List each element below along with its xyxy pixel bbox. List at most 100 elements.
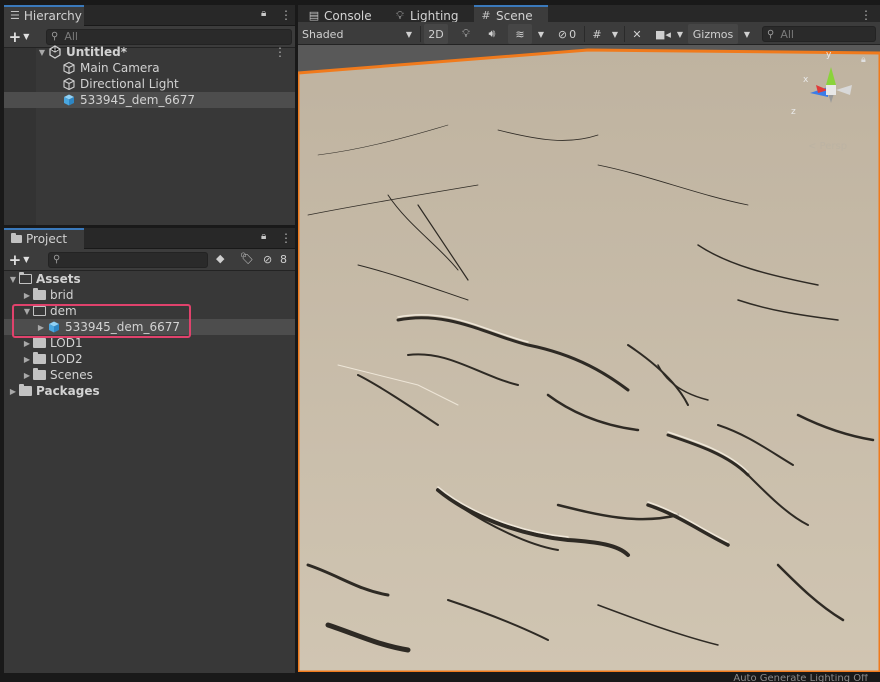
gizmo-y-label: y (826, 50, 832, 60)
folder-label: LOD1 (50, 336, 83, 350)
folder-icon (33, 336, 46, 348)
collapse-arrow-icon[interactable]: ▶ (21, 371, 33, 380)
dropdown-arrow-icon: ▼ (676, 29, 684, 39)
panel-menu-icon[interactable]: ⋮ (280, 8, 292, 22)
gizmos-dropdown[interactable]: ▼ (740, 24, 754, 44)
unity-scene-icon (49, 45, 61, 59)
effects-icon: ≋ (515, 27, 525, 41)
gizmos-toggle[interactable]: Gizmos (688, 24, 738, 44)
hierarchy-search-input[interactable]: ⚲ All (46, 28, 292, 45)
collapse-arrow-icon[interactable]: ▶ (21, 339, 33, 348)
scene-lighting-toggle[interactable]: 💡︎ (456, 24, 476, 44)
expand-arrow-icon[interactable]: ▼ (36, 48, 48, 57)
dropdown-arrow-icon: ▼ (405, 29, 412, 39)
gizmo-z-label: z (791, 107, 796, 117)
panel-menu-icon[interactable]: ⋮ (860, 8, 872, 22)
collapse-arrow-icon[interactable]: ▶ (21, 291, 33, 300)
grid-snap-dropdown[interactable]: ▼ (608, 24, 622, 44)
toolbar-divider (624, 26, 625, 42)
toggle-2d-button[interactable]: 2D (424, 24, 448, 44)
folder-label: Assets (36, 272, 81, 286)
prefab-icon (64, 94, 74, 106)
hierarchy-item-main-camera[interactable]: Main Camera (4, 60, 295, 76)
hierarchy-item-label: 533945_dem_6677 (80, 93, 196, 107)
create-asset-button[interactable]: + ▼ (4, 249, 34, 271)
project-search-input[interactable]: ⚲ (48, 251, 208, 268)
camera-dropdown[interactable]: ▼ (674, 24, 686, 44)
effects-toggle[interactable]: ≋ (508, 24, 532, 44)
lightbulb-icon: 💡︎ (462, 27, 470, 40)
scene-search-input[interactable]: ⚲ All (762, 26, 876, 42)
scene-search-placeholder: All (780, 27, 794, 41)
panel-menu-icon[interactable]: ⋮ (280, 231, 292, 245)
filter-by-label-icon[interactable]: 🏷︎ (240, 252, 254, 265)
audio-toggle[interactable]: 🔊︎ (482, 24, 502, 44)
status-text: Auto Generate Lighting Off (733, 674, 868, 682)
gameobject-icon (63, 61, 75, 75)
hierarchy-item-directional-light[interactable]: Directional Light (4, 76, 295, 92)
dropdown-arrow-icon: ▼ (23, 32, 30, 41)
tab-scene-label: Scene (496, 8, 533, 23)
tab-project-label: Project (26, 231, 68, 246)
scene-visibility-toggle[interactable]: ⊘ 0 (552, 24, 582, 44)
orientation-gizmo[interactable] (798, 57, 868, 127)
project-folder-scenes[interactable]: ▶ Scenes (4, 367, 295, 383)
speaker-icon: 🔊︎ (488, 27, 496, 40)
project-folder-assets[interactable]: ▼ Assets (4, 271, 295, 287)
scene-row-untitled[interactable]: ▼ Untitled* ⋮ (4, 44, 295, 60)
grid-snap-toggle[interactable]: # (586, 24, 608, 44)
tools-icon: ✕ (632, 27, 642, 41)
tab-lighting-label: Lighting (410, 8, 459, 23)
plus-icon: + (8, 27, 22, 46)
annotation-highlight-box (12, 304, 191, 338)
folder-tab-icon (10, 232, 22, 245)
tools-button[interactable]: ✕ (626, 24, 648, 44)
grid-snap-icon: # (592, 27, 602, 41)
list-icon: ☰ (10, 9, 20, 22)
grid-icon: # (481, 9, 491, 22)
hierarchy-item-label: Directional Light (80, 77, 179, 91)
project-toolbar: + ▼ ⚲ ◆ 🏷︎ ⊘ 8 (4, 249, 295, 271)
tab-hierarchy-label: Hierarchy (23, 8, 82, 23)
folder-icon (33, 368, 46, 380)
hierarchy-item-label: Main Camera (80, 61, 160, 75)
camera-settings-button[interactable]: ■◂ (652, 24, 674, 44)
project-folder-brid[interactable]: ▶ brid (4, 287, 295, 303)
terrain-render (298, 45, 880, 672)
project-folder-lod2[interactable]: ▶ LOD2 (4, 351, 295, 367)
collapse-arrow-icon[interactable]: ▶ (7, 387, 19, 396)
gizmos-label: Gizmos (692, 27, 734, 41)
draw-mode-dropdown[interactable]: Shaded ▼ (298, 24, 416, 44)
hidden-packages-count: 8 (280, 253, 287, 266)
toolbar-divider (584, 26, 585, 42)
tab-project[interactable]: Project (4, 228, 84, 249)
hidden-packages-icon[interactable]: ⊘ (263, 253, 272, 266)
tab-console-label: Console (324, 8, 372, 23)
collapse-arrow-icon[interactable]: ▶ (21, 355, 33, 364)
scene-viewport[interactable]: y x z < Persp 🔒︎ (298, 45, 880, 672)
gameobject-icon (63, 77, 75, 91)
effects-dropdown[interactable]: ▼ (534, 24, 548, 44)
dropdown-arrow-icon: ▼ (611, 29, 619, 39)
lightbulb-icon: 💡︎ (396, 8, 404, 22)
lock-icon[interactable]: 🔒︎ (261, 8, 266, 19)
dropdown-arrow-icon: ▼ (23, 255, 30, 264)
lock-icon[interactable]: 🔒︎ (261, 231, 266, 242)
console-icon: ▤ (308, 9, 320, 22)
filter-by-type-icon[interactable]: ◆ (216, 252, 224, 265)
scene-menu-icon[interactable]: ⋮ (274, 45, 286, 59)
scene-name: Untitled* (66, 45, 127, 59)
search-icon: ⚲ (53, 254, 61, 265)
gizmo-view-label[interactable]: < Persp (808, 141, 847, 152)
plus-icon: + (8, 250, 22, 269)
hidden-objects-count: 0 (569, 27, 577, 41)
search-icon: ⚲ (767, 28, 775, 40)
toolbar-divider (420, 26, 421, 42)
project-folder-packages[interactable]: ▶ Packages (4, 383, 295, 399)
folder-label: Packages (36, 384, 100, 398)
tab-hierarchy[interactable]: ☰ Hierarchy (4, 5, 84, 26)
gizmo-lock-icon[interactable]: 🔒︎ (861, 55, 866, 65)
hierarchy-panel: + ▼ ⚲ All ▼ Untitled* ⋮ Main Camera Direc… (4, 26, 295, 225)
expand-arrow-icon[interactable]: ▼ (7, 275, 19, 284)
hierarchy-item-dem[interactable]: 533945_dem_6677 (4, 92, 295, 108)
